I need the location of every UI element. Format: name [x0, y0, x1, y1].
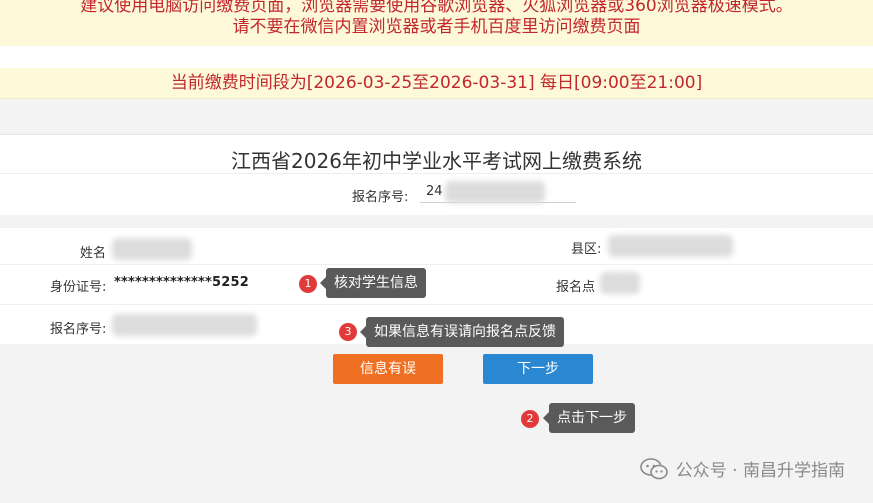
annotation-tip-1: 核对学生信息 [320, 268, 426, 298]
idcard-value: **************5252 [114, 275, 249, 290]
annotation-badge-1: 1 [299, 275, 317, 293]
browser-notice-line1: 建议使用电脑访问缴费页面，浏览器需要使用谷歌浏览器、火狐浏览器或360浏览器极速… [80, 0, 793, 16]
header-regno-text: 24 [426, 184, 443, 199]
header-regno-label: 报名序号: [352, 190, 409, 205]
annotation-tip-2: 点击下一步 [543, 403, 635, 433]
name-label: 姓名 [80, 246, 107, 261]
watermark: 公众号 · 南昌升学指南 [639, 456, 845, 481]
row-divider [0, 304, 873, 305]
redacted-name [112, 238, 192, 260]
browser-notice: 建议使用电脑访问缴费页面，浏览器需要使用谷歌浏览器、火狐浏览器或360浏览器极速… [0, 0, 873, 46]
row-divider [0, 264, 873, 265]
title-panel: 江西省2026年初中学业水平考试网上缴费系统 报名序号: 24 [0, 134, 873, 215]
page-title: 江西省2026年初中学业水平考试网上缴费系统 [231, 149, 642, 173]
watermark-text: 公众号 · 南昌升学指南 [675, 461, 845, 481]
wechat-icon [639, 457, 668, 479]
idcard-label: 身份证号: [50, 280, 107, 295]
info-error-button[interactable]: 信息有误 [333, 354, 443, 384]
annotation-tip-3: 如果信息有误请向报名点反馈 [360, 317, 564, 347]
notice-spacer [0, 46, 873, 68]
redacted-site [600, 272, 640, 294]
title-divider [0, 173, 873, 174]
annotation-badge-3: 3 [339, 323, 357, 341]
site-label: 报名点 [556, 280, 596, 295]
next-step-button[interactable]: 下一步 [483, 354, 593, 384]
redacted-regno [445, 181, 545, 203]
redacted-info-regno [112, 314, 257, 336]
annotation-badge-2: 2 [521, 410, 539, 428]
county-label: 县区: [571, 242, 602, 257]
browser-notice-line2: 请不要在微信内置浏览器或者手机百度里访问缴费页面 [232, 17, 641, 37]
payment-time-notice: 当前缴费时间段为[2026-03-25至2026-03-31] 每日[09:00… [0, 68, 873, 99]
redacted-county [608, 235, 733, 257]
info-regno-label: 报名序号: [50, 322, 107, 337]
